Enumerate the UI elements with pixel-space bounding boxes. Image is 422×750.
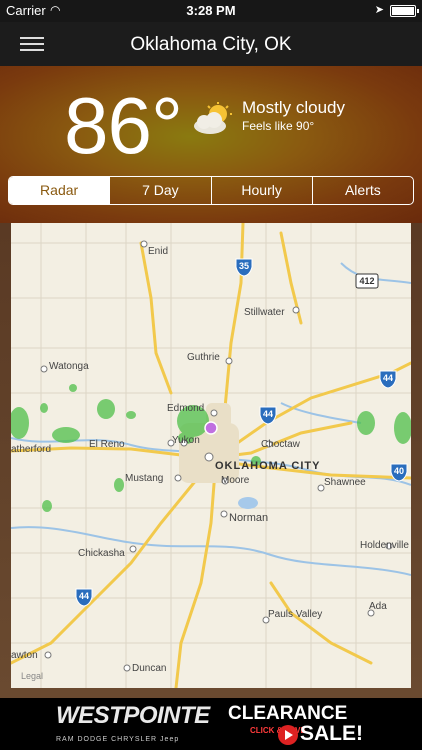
city-label: Yukon	[172, 435, 200, 446]
city-label: Choctaw	[261, 439, 301, 450]
ad-banner[interactable]: WESTPOINTE CLEARANCE RAM DODGE CHRYSLER …	[0, 698, 422, 750]
interstate-35-shield: 35	[235, 258, 253, 277]
us-412-shield: 412	[355, 273, 379, 289]
ad-sale: SALE!	[300, 722, 363, 745]
city-label: Shawnee	[324, 477, 366, 488]
current-temperature: 86°	[64, 81, 183, 170]
svg-text:412: 412	[359, 276, 374, 286]
city-label: Holdenville	[360, 540, 409, 551]
svg-text:44: 44	[79, 591, 89, 601]
interstate-44-shield: 44	[259, 406, 277, 425]
nav-bar: Oklahoma City, OK	[0, 22, 422, 66]
svg-text:35: 35	[239, 261, 249, 271]
radar-map[interactable]: Enid Stillwater Watonga Guthrie Edmond E…	[11, 223, 411, 688]
current-location-pin[interactable]	[204, 421, 218, 435]
status-bar: Carrier ◠ 3:28 PM ➤	[0, 0, 422, 22]
location-arrow-icon: ➤	[374, 4, 384, 16]
city-label: Norman	[229, 512, 268, 524]
forecast-tabs: Radar 7 Day Hourly Alerts	[8, 176, 414, 205]
interstate-44-shield: 44	[379, 370, 397, 389]
city-label: Ada	[369, 601, 387, 612]
arrow-icon	[278, 725, 298, 745]
tab-alerts[interactable]: Alerts	[311, 177, 413, 204]
city-label: El Reno	[89, 439, 125, 450]
location-title: Oklahoma City, OK	[130, 34, 292, 55]
city-label: Watonga	[49, 361, 89, 372]
condition-text: Mostly cloudy	[242, 98, 345, 117]
tab-hourly[interactable]: Hourly	[210, 177, 312, 204]
tab-radar[interactable]: Radar	[9, 177, 110, 204]
city-label: Guthrie	[187, 352, 220, 363]
legal-link[interactable]: Legal	[21, 671, 43, 681]
feels-like-text: Feels like 90°	[242, 119, 315, 133]
tab-7-day[interactable]: 7 Day	[109, 177, 210, 204]
city-label: Edmond	[167, 403, 204, 414]
svg-text:40: 40	[394, 466, 404, 476]
city-label: awton	[11, 650, 38, 661]
battery-icon	[390, 5, 419, 17]
radar-frame: Enid Stillwater Watonga Guthrie Edmond E…	[0, 223, 422, 698]
partly-cloudy-icon	[194, 102, 232, 134]
city-label-okc: OKLAHOMA CITY	[215, 460, 320, 472]
map-canvas: Enid Stillwater Watonga Guthrie Edmond E…	[11, 223, 411, 688]
city-label: Duncan	[132, 663, 166, 674]
ad-makes: RAM DODGE CHRYSLER Jeep	[56, 736, 180, 743]
city-label: atherford	[11, 444, 51, 455]
svg-text:44: 44	[263, 409, 273, 419]
svg-text:44: 44	[383, 373, 393, 383]
city-label: Chickasha	[78, 548, 125, 559]
city-label: Mustang	[125, 473, 163, 484]
city-label: Enid	[148, 246, 168, 257]
ad-brand: WESTPOINTE	[56, 702, 210, 729]
city-label: Stillwater	[244, 307, 285, 318]
lake-thunderbird	[238, 497, 258, 509]
city-label: Moore	[221, 475, 250, 486]
clock: 3:28 PM	[186, 3, 236, 18]
city-label: Pauls Valley	[268, 609, 322, 620]
